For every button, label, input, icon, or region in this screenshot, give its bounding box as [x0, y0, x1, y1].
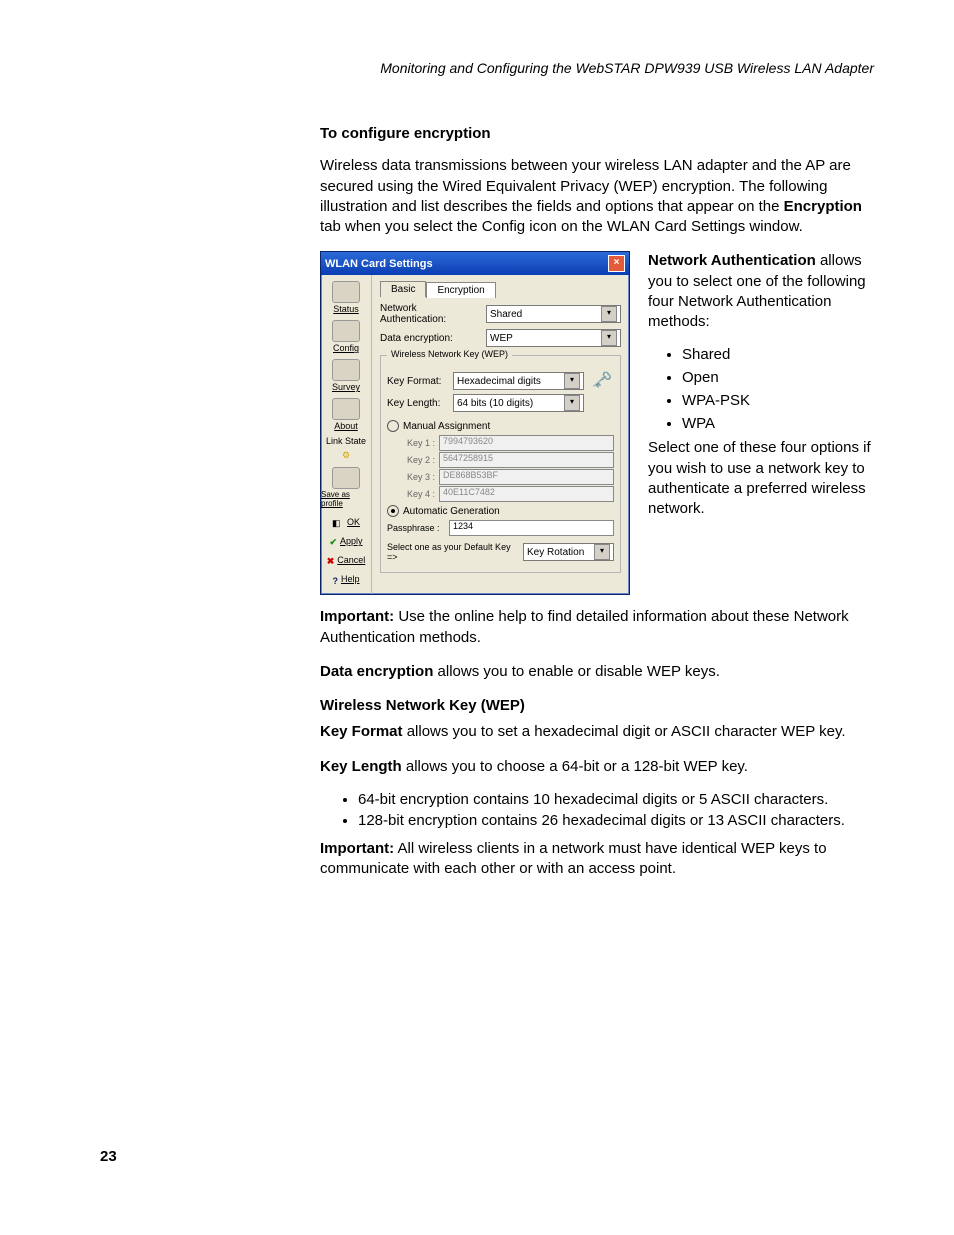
key-length-dropdown[interactable]: 64 bits (10 digits)▾ [453, 394, 584, 412]
help-button[interactable]: ?Help [332, 573, 359, 588]
config-icon[interactable] [332, 320, 360, 342]
key-length-line: Key Length allows you to choose a 64-bit… [320, 757, 874, 777]
check-icon: ✔ [329, 537, 337, 548]
important-2: Important: All wireless clients in a net… [320, 839, 874, 880]
key2-input[interactable]: 5647258915 [439, 452, 614, 468]
intro-bold: Encryption [784, 198, 862, 215]
chevron-down-icon: ▾ [594, 544, 610, 560]
running-header: Monitoring and Configuring the WebSTAR D… [100, 60, 874, 76]
list-item: WPA-PSK [682, 392, 874, 409]
key1-label: Key 1 : [387, 438, 435, 448]
window-sidebar: Status Config Survey About Link State ⚙ … [321, 275, 372, 594]
intro-paragraph: Wireless data transmissions between your… [320, 156, 874, 237]
apply-button[interactable]: ✔Apply [329, 535, 362, 550]
page-number: 23 [100, 1148, 117, 1165]
link-state-icon: ⚙ [342, 450, 350, 461]
window-titlebar: WLAN Card Settings × [321, 252, 629, 275]
default-key-dropdown[interactable]: Key Rotation▾ [523, 543, 614, 561]
net-auth-after: Select one of these four options if you … [648, 438, 874, 519]
link-state-label: Link State [326, 436, 366, 446]
door-icon: ◧ [332, 518, 344, 530]
sidebar-item-status[interactable]: Status [333, 304, 359, 314]
data-enc-dropdown[interactable]: WEP ▾ [486, 329, 621, 347]
key-format-line: Key Format allows you to set a hexadecim… [320, 722, 874, 742]
key-format-label: Key Format: [387, 376, 447, 387]
tab-encryption[interactable]: Encryption [426, 282, 495, 298]
wnk-heading: Wireless Network Key (WEP) [320, 696, 874, 716]
intro-a: Wireless data transmissions between your… [320, 157, 851, 215]
question-icon: ? [332, 576, 338, 586]
sidebar-item-survey[interactable]: Survey [332, 382, 360, 392]
data-enc-value: WEP [490, 333, 513, 344]
data-encryption-line: Data encryption allows you to enable or … [320, 662, 874, 682]
x-icon: ✖ [327, 556, 335, 567]
default-key-label: Select one as your Default Key => [387, 542, 517, 562]
tab-basic[interactable]: Basic [380, 281, 426, 297]
net-auth-dropdown[interactable]: Shared ▾ [486, 305, 621, 323]
key4-input[interactable]: 40E11C7482 [439, 486, 614, 502]
intro-b: tab when you select the Config icon on t… [320, 218, 803, 235]
key3-input[interactable]: DE868B53BF [439, 469, 614, 485]
window-main: Basic Encryption Network Authentication:… [372, 275, 629, 594]
save-profile-icon[interactable] [332, 467, 360, 489]
bit-encryption-list: 64-bit encryption contains 10 hexadecima… [320, 791, 874, 829]
radio-icon [387, 505, 399, 517]
key2-label: Key 2 : [387, 455, 435, 465]
auto-generation-radio[interactable]: Automatic Generation [387, 505, 614, 517]
passphrase-input[interactable]: 1234 [449, 520, 614, 536]
key-length-label: Key Length: [387, 398, 447, 409]
save-profile-button[interactable]: Save as profile [321, 490, 371, 508]
passphrase-label: Passphrase : [387, 523, 445, 533]
close-icon[interactable]: × [608, 255, 625, 272]
section-title: To configure encryption [320, 124, 874, 144]
manual-assignment-radio[interactable]: Manual Assignment [387, 420, 614, 432]
chevron-down-icon: ▾ [564, 395, 580, 411]
sidebar-item-config[interactable]: Config [333, 343, 359, 353]
about-icon[interactable] [332, 398, 360, 420]
auth-methods-list: Shared Open WPA-PSK WPA [648, 346, 874, 432]
window-title: WLAN Card Settings [325, 258, 433, 270]
list-item: 64-bit encryption contains 10 hexadecima… [358, 791, 874, 808]
net-auth-value: Shared [490, 309, 522, 320]
net-auth-label: Network Authentication: [380, 303, 480, 325]
wep-legend: Wireless Network Key (WEP) [387, 349, 512, 359]
list-item: Shared [682, 346, 874, 363]
key3-label: Key 3 : [387, 472, 435, 482]
key4-label: Key 4 : [387, 489, 435, 499]
status-icon[interactable] [332, 281, 360, 303]
data-enc-label: Data encryption: [380, 333, 480, 344]
radio-icon [387, 420, 399, 432]
list-item: 128-bit encryption contains 26 hexadecim… [358, 812, 874, 829]
net-auth-description: Network Authentication allows you to sel… [648, 251, 874, 332]
wlan-settings-window: WLAN Card Settings × Status Config Surve… [320, 251, 630, 595]
key1-input[interactable]: 7994793620 [439, 435, 614, 451]
wep-groupbox: Wireless Network Key (WEP) Key Format: H… [380, 355, 621, 573]
list-item: WPA [682, 415, 874, 432]
important-1: Important: Use the online help to find d… [320, 607, 874, 648]
ok-button[interactable]: ◧OK [332, 516, 360, 531]
sidebar-item-about[interactable]: About [334, 421, 358, 431]
cancel-button[interactable]: ✖Cancel [327, 554, 366, 569]
net-auth-bold: Network Authentication [648, 252, 816, 269]
key-format-dropdown[interactable]: Hexadecimal digits▾ [453, 372, 584, 390]
survey-icon[interactable] [332, 359, 360, 381]
list-item: Open [682, 369, 874, 386]
chevron-down-icon: ▾ [601, 306, 617, 322]
chevron-down-icon: ▾ [564, 373, 580, 389]
hand-keys-icon: 🗝️ [590, 368, 614, 392]
chevron-down-icon: ▾ [601, 330, 617, 346]
